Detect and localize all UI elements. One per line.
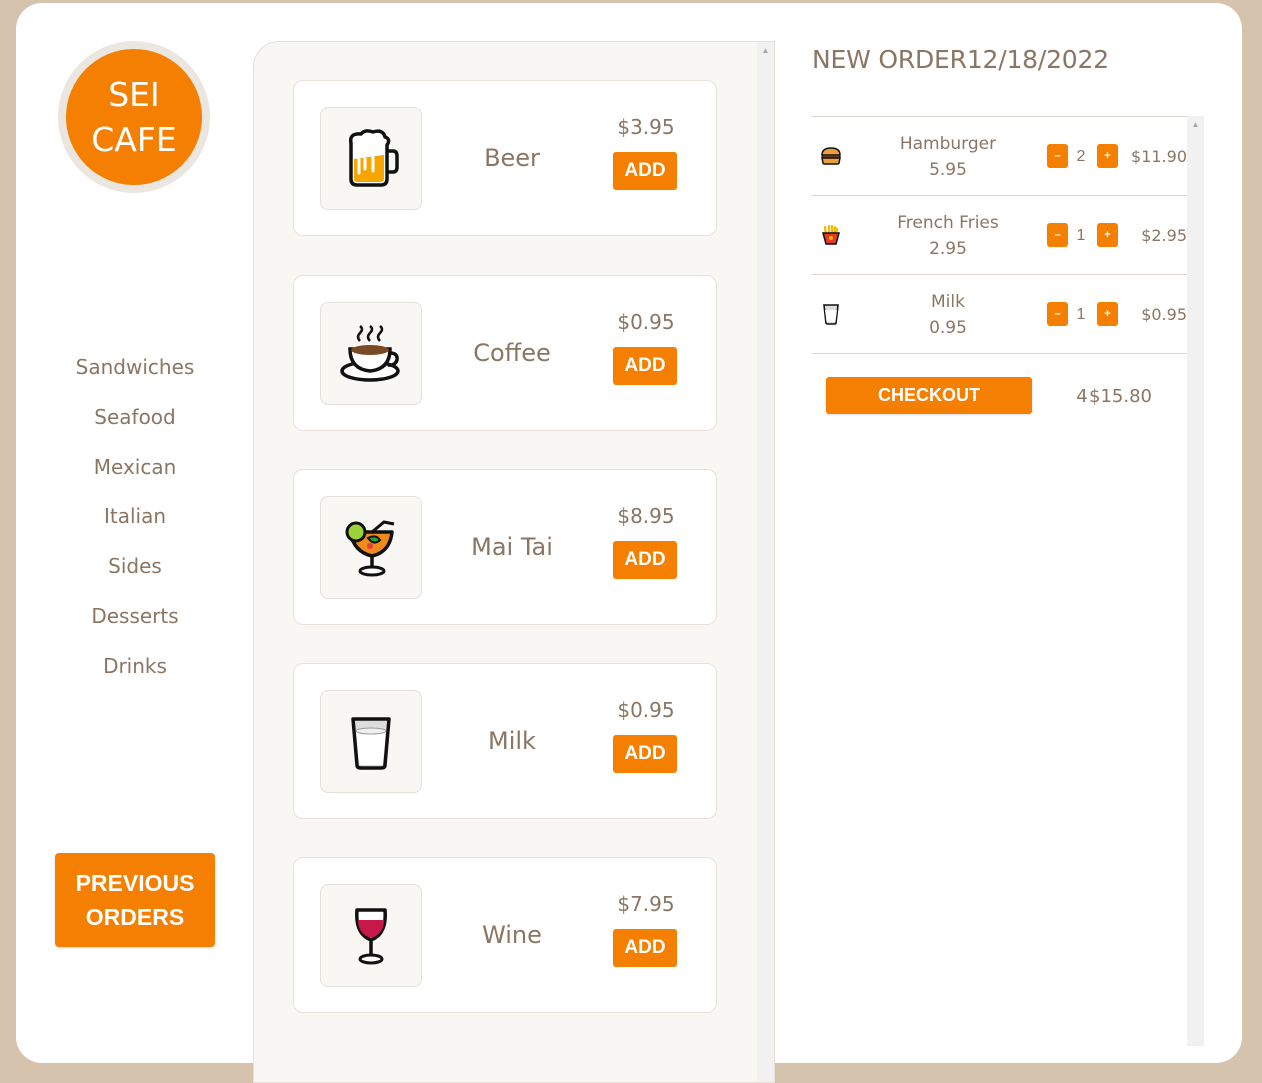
hamburger-icon — [821, 147, 841, 165]
menu-item-card: Coffee $0.95 ADD — [293, 275, 717, 431]
order-item-unit-price: 0.95 — [929, 318, 967, 338]
item-price: $0.95 — [617, 698, 675, 722]
category-nav: Sandwiches Seafood Mexican Italian Sides… — [16, 350, 254, 699]
item-icon-box — [320, 690, 422, 793]
logo-line-1: SEI — [108, 75, 160, 114]
checkout-button[interactable]: CHECKOUT — [826, 377, 1032, 414]
category-mexican[interactable]: Mexican — [16, 450, 254, 500]
category-sides[interactable]: Sides — [16, 549, 254, 599]
add-coffee-button[interactable]: ADD — [613, 347, 677, 385]
category-desserts[interactable]: Desserts — [16, 599, 254, 649]
order-item-qty: 1 — [1076, 227, 1086, 244]
order-item-info: French Fries 2.95 — [878, 210, 1018, 262]
tropical-drink-icon — [345, 519, 395, 576]
beer-mug-icon — [348, 128, 399, 187]
increase-qty-button[interactable]: + — [1097, 223, 1118, 247]
logo-line-2: CAFE — [91, 120, 177, 159]
add-beer-button[interactable]: ADD — [613, 152, 677, 190]
decrease-qty-button[interactable]: – — [1047, 144, 1068, 168]
increase-qty-button[interactable]: + — [1097, 144, 1118, 168]
item-price: $7.95 — [617, 892, 675, 916]
increase-qty-button[interactable]: + — [1097, 302, 1118, 326]
milk-glass-icon — [823, 304, 839, 325]
add-milk-button[interactable]: ADD — [613, 735, 677, 773]
coffee-cup-icon — [340, 324, 400, 382]
menu-scrollbar[interactable]: ▲ — [757, 42, 774, 1082]
previous-orders-line-2: ORDERS — [85, 904, 185, 930]
decrease-qty-button[interactable]: – — [1047, 302, 1068, 326]
item-name: Coffee — [473, 339, 551, 367]
wine-glass-icon — [355, 907, 387, 964]
french-fries-icon — [822, 224, 840, 245]
order-item-total: $2.95 — [1141, 226, 1187, 245]
cafe-logo[interactable]: SEI CAFE — [66, 49, 202, 185]
order-item-qty: 1 — [1076, 306, 1086, 323]
order-item-total: $11.90 — [1131, 147, 1187, 166]
category-seafood[interactable]: Seafood — [16, 400, 254, 450]
order-item-total: $0.95 — [1141, 305, 1187, 324]
item-icon-box — [320, 884, 422, 987]
item-price: $8.95 — [617, 504, 675, 528]
item-name: Wine — [482, 921, 542, 949]
previous-orders-line-1: PREVIOUS — [75, 870, 195, 896]
order-line-item: French Fries 2.95 – 1 + $2.95 — [812, 196, 1187, 275]
decrease-qty-button[interactable]: – — [1047, 223, 1068, 247]
order-item-name: Hamburger — [899, 134, 997, 154]
scroll-up-arrow-icon[interactable]: ▲ — [1187, 118, 1204, 132]
order-title: NEW ORDER12/18/2022 — [812, 45, 1109, 74]
menu-panel: Beer $3.95 ADD Coffee $0.95 ADD Mai Tai … — [253, 41, 775, 1083]
order-scrollbar[interactable]: ▲ — [1187, 116, 1204, 1046]
milk-glass-icon — [351, 716, 391, 770]
menu-item-card: Milk $0.95 ADD — [293, 663, 717, 819]
add-mai-tai-button[interactable]: ADD — [613, 541, 677, 579]
order-item-qty: 2 — [1076, 148, 1086, 165]
order-item-info: Hamburger 5.95 — [878, 131, 1018, 183]
menu-item-card: Beer $3.95 ADD — [293, 80, 717, 236]
item-icon-box — [320, 496, 422, 599]
item-price: $3.95 — [617, 115, 675, 139]
order-item-name: Milk — [931, 292, 965, 312]
scroll-up-arrow-icon[interactable]: ▲ — [757, 44, 774, 58]
order-item-unit-price: 2.95 — [929, 239, 967, 259]
item-name: Mai Tai — [471, 533, 553, 561]
order-line-item: Hamburger 5.95 – 2 + $11.90 — [812, 117, 1187, 196]
order-item-info: Milk 0.95 — [878, 289, 1018, 341]
item-name: Milk — [488, 727, 536, 755]
previous-orders-button[interactable]: PREVIOUS ORDERS — [55, 853, 215, 947]
item-icon-box — [320, 302, 422, 405]
add-wine-button[interactable]: ADD — [613, 929, 677, 967]
item-name: Beer — [484, 144, 540, 172]
app-window: SEI CAFE Sandwiches Seafood Mexican Ital… — [16, 3, 1242, 1083]
order-item-unit-price: 5.95 — [929, 160, 967, 180]
order-line-item: Milk 0.95 – 1 + $0.95 — [812, 275, 1187, 354]
menu-item-card: Mai Tai $8.95 ADD — [293, 469, 717, 625]
item-price: $0.95 — [617, 310, 675, 334]
item-icon-box — [320, 107, 422, 210]
menu-item-card: Wine $7.95 ADD — [293, 857, 717, 1013]
category-italian[interactable]: Italian — [16, 499, 254, 549]
order-item-name: French Fries — [897, 213, 999, 233]
order-total-amount: $15.80 — [1089, 386, 1152, 407]
category-drinks[interactable]: Drinks — [16, 649, 254, 699]
category-sandwiches[interactable]: Sandwiches — [16, 350, 254, 400]
order-list: Hamburger 5.95 – 2 + $11.90 French Fries… — [812, 116, 1187, 354]
